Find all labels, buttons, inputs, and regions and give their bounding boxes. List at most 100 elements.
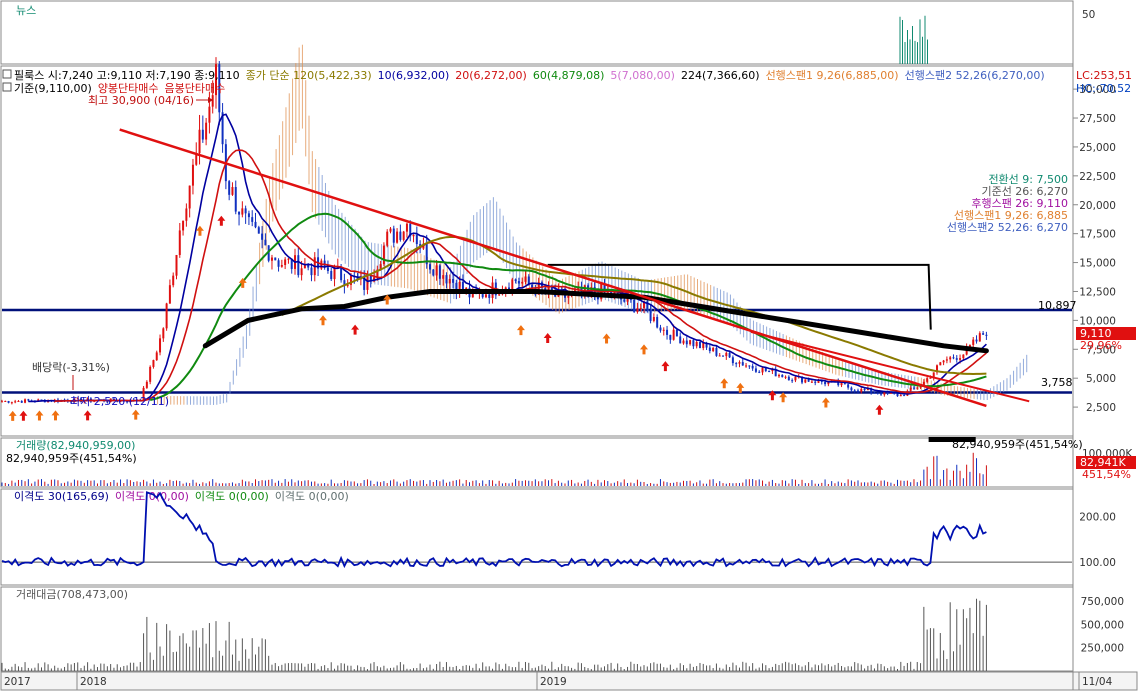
candle-body: [975, 339, 978, 342]
candle-body: [392, 228, 395, 243]
y-tick-label: 2,500: [1086, 402, 1116, 414]
candle-body: [745, 365, 748, 367]
candle-body: [814, 381, 817, 383]
disparity-title: 이격도 30(165,69) 이격도 0(0,00) 이격도 0(0,00) 이격도 …: [14, 490, 349, 503]
candle-body: [850, 387, 853, 391]
candle-body: [178, 230, 181, 255]
candle-body: [873, 392, 876, 394]
candle-body: [448, 278, 451, 284]
candle-body: [442, 275, 445, 279]
candle-body: [718, 355, 721, 357]
amount-tick: 500,000: [1081, 619, 1124, 631]
candle-body: [962, 354, 965, 359]
candle-body: [524, 276, 527, 282]
candle-body: [284, 259, 287, 265]
candle-body: [985, 334, 988, 336]
candle-body: [521, 281, 524, 284]
candle-body: [172, 275, 175, 286]
candle-body: [652, 317, 655, 321]
candle-body: [201, 129, 204, 140]
header-item: 60(4,879,08): [533, 69, 605, 82]
stock-chart-canvas[interactable]: 뉴스 50 2,5005,0007,50010,00012,50015,0001…: [0, 0, 1138, 691]
candle-body: [264, 239, 267, 246]
candle-body: [847, 384, 850, 388]
candle-body: [20, 400, 23, 403]
candle-body: [754, 368, 757, 372]
candle-body: [649, 310, 652, 321]
header-item: 필룩스 시:7,240 고:9,110 저:7,190 종:9,110: [14, 69, 240, 82]
candle-body: [909, 387, 912, 391]
candle-body: [488, 294, 491, 298]
header-item: 224(7,366,60): [681, 69, 760, 82]
candle-body: [623, 299, 626, 302]
dividend-note: 배당락(-3,31%): [32, 361, 110, 374]
disparity-title-item: 이격도 30(165,69): [14, 490, 109, 503]
header-item: 20(6,272,00): [455, 69, 527, 82]
candle-body: [698, 341, 701, 349]
candle-body: [810, 381, 813, 383]
candle-body: [791, 380, 794, 382]
candle-body: [659, 327, 662, 331]
candle-body: [251, 217, 254, 222]
candle-body: [402, 231, 405, 240]
candle-body: [484, 294, 487, 298]
candle-body: [899, 395, 902, 397]
candle-body: [297, 255, 300, 276]
header-item: 10(6,932,00): [378, 69, 450, 82]
candle-body: [175, 254, 178, 276]
candle-body: [853, 390, 856, 392]
news-axis-label: 50: [1082, 9, 1095, 21]
candle-body: [498, 294, 501, 296]
candle-body: [514, 279, 517, 282]
candle-body: [912, 387, 915, 389]
candle-body: [781, 374, 784, 378]
candle-body: [412, 234, 415, 237]
header-item: 5(7,080,00): [610, 69, 675, 82]
news-title: 뉴스: [16, 4, 36, 17]
disparity-tick: 100.00: [1079, 557, 1116, 569]
candle-body: [182, 220, 185, 231]
candle-body: [952, 357, 955, 359]
pct-box-text: 29,96%: [1080, 339, 1122, 352]
y-tick-label: 17,500: [1079, 229, 1116, 241]
candle-body: [692, 340, 695, 347]
volume-title: 거래량(82,940,959,00): [16, 439, 135, 452]
candle-body: [794, 376, 797, 381]
candle-body: [735, 363, 738, 365]
candle-body: [461, 281, 464, 291]
candle-body: [435, 265, 438, 276]
disparity-panel: [0, 488, 1074, 586]
candle-body: [399, 231, 402, 240]
candle-body: [669, 334, 672, 340]
candle-body: [300, 268, 303, 276]
candle-body: [198, 129, 201, 154]
hline-label-upper: 10,897: [1038, 299, 1077, 312]
candle-body: [675, 329, 678, 337]
hc-label: HC:-70,52: [1076, 82, 1131, 95]
candle-body: [396, 231, 399, 243]
candle-body: [310, 267, 313, 276]
candle-body: [955, 358, 958, 360]
amount-tick: 750,000: [1081, 596, 1124, 608]
candle-body: [429, 264, 431, 270]
candle-body: [639, 307, 642, 309]
candle-body: [145, 381, 148, 388]
y-tick-label: 15,000: [1079, 258, 1116, 270]
high-note: 최고 30,900 (04/16): [88, 94, 194, 107]
candle-body: [777, 374, 780, 377]
candle-body: [188, 185, 191, 209]
candle-body: [234, 187, 237, 212]
candle-body: [880, 393, 883, 395]
candle-body: [656, 317, 659, 328]
candle-body: [389, 228, 392, 232]
x-tick-label: 2017: [4, 676, 31, 688]
hline-label-lower: 3,758: [1041, 376, 1073, 389]
candle-body: [748, 365, 751, 367]
disparity-title-item: 이격도 0(0,00): [275, 490, 349, 503]
amount-panel: [0, 586, 1074, 672]
candle-body: [330, 270, 333, 280]
candle-body: [689, 340, 692, 345]
header-item: 선행스팬1 9,26(6,885,00): [766, 69, 899, 82]
candle-body: [751, 365, 754, 369]
candle-body: [949, 357, 952, 360]
